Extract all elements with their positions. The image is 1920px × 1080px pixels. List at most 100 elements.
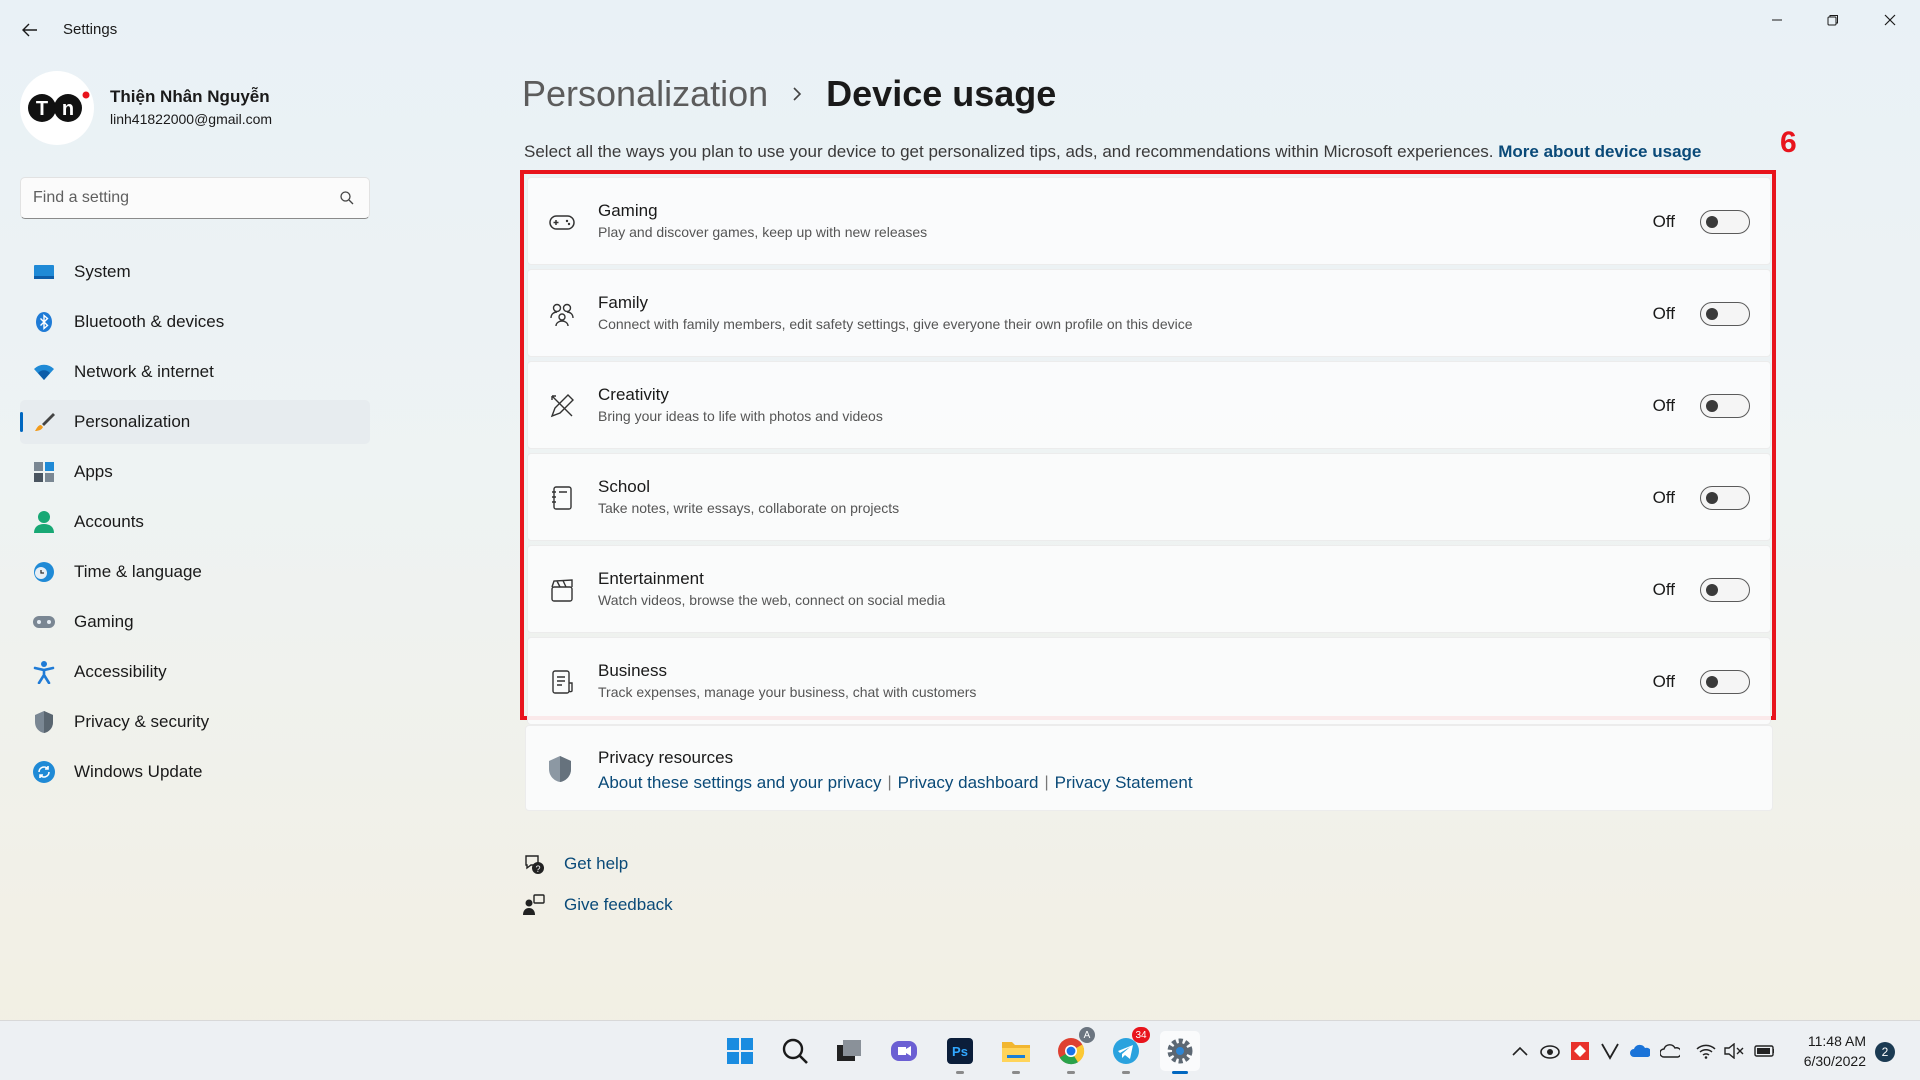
v-logo-icon bbox=[1601, 1043, 1619, 1060]
sidebar-item-label: Network & internet bbox=[74, 362, 214, 381]
sidebar-item-network[interactable]: Network & internet bbox=[20, 350, 370, 394]
card-subtitle: Take notes, write essays, collaborate on… bbox=[598, 500, 900, 516]
restore-button[interactable] bbox=[1813, 8, 1853, 32]
sidebar-item-accounts[interactable]: Accounts bbox=[20, 500, 370, 544]
sidebar-item-label: Privacy & security bbox=[74, 712, 210, 731]
cloud-icon bbox=[1660, 1044, 1680, 1058]
chrome-profile-badge: A bbox=[1079, 1027, 1095, 1043]
network-button[interactable] bbox=[1696, 1041, 1716, 1061]
sidebar-item-gaming[interactable]: Gaming bbox=[20, 600, 370, 644]
notification-count-badge[interactable]: 2 bbox=[1875, 1042, 1895, 1062]
person-icon bbox=[32, 510, 56, 534]
task-view-icon bbox=[837, 1040, 861, 1061]
card-subtitle: Bring your ideas to life with photos and… bbox=[598, 408, 883, 424]
sidebar-item-personalization[interactable]: Personalization bbox=[20, 400, 370, 444]
privacy-links: About these settings and your privacy | … bbox=[598, 773, 1193, 793]
business-toggle[interactable] bbox=[1700, 670, 1750, 694]
photoshop-icon: Ps bbox=[947, 1038, 973, 1064]
privacy-dashboard-link[interactable]: Privacy dashboard bbox=[898, 773, 1039, 793]
start-button[interactable] bbox=[720, 1031, 760, 1071]
get-help-link[interactable]: ? Get help bbox=[522, 852, 628, 876]
file-explorer-app[interactable] bbox=[996, 1031, 1036, 1074]
tray-app-3[interactable] bbox=[1600, 1041, 1620, 1061]
running-indicator bbox=[1012, 1071, 1020, 1074]
card-title: Gaming bbox=[598, 201, 658, 220]
privacy-resources-card: Privacy resources About these settings a… bbox=[525, 725, 1773, 811]
sidebar-item-bluetooth[interactable]: Bluetooth & devices bbox=[20, 300, 370, 344]
paintbrush-icon bbox=[32, 410, 56, 434]
user-name: Thiện Nhân Nguyễn bbox=[110, 87, 270, 106]
card-title: Entertainment bbox=[598, 569, 704, 588]
telegram-app[interactable]: 34 bbox=[1106, 1027, 1150, 1074]
search-icon[interactable] bbox=[339, 190, 355, 206]
sidebar-item-system[interactable]: System bbox=[20, 250, 370, 294]
onedrive-button[interactable] bbox=[1630, 1041, 1650, 1061]
telegram-unread-badge: 34 bbox=[1132, 1027, 1150, 1043]
anydesk-icon bbox=[1571, 1042, 1589, 1060]
clock-date: 6/30/2022 bbox=[1803, 1053, 1866, 1069]
tray-app-1[interactable] bbox=[1540, 1041, 1560, 1061]
entertainment-toggle[interactable] bbox=[1700, 578, 1750, 602]
taskbar-search-button[interactable] bbox=[775, 1031, 815, 1071]
sidebar-item-apps[interactable]: Apps bbox=[20, 450, 370, 494]
sidebar-item-time-language[interactable]: Time & language bbox=[20, 550, 370, 594]
sidebar-item-privacy[interactable]: Privacy & security bbox=[20, 700, 370, 744]
privacy-statement-link[interactable]: Privacy Statement bbox=[1055, 773, 1193, 793]
chrome-app[interactable]: A bbox=[1051, 1027, 1095, 1074]
about-privacy-link[interactable]: About these settings and your privacy bbox=[598, 773, 882, 793]
link-separator: | bbox=[1044, 774, 1049, 791]
wifi-icon bbox=[1696, 1044, 1716, 1059]
give-feedback-label: Give feedback bbox=[564, 895, 673, 914]
minimize-button[interactable] bbox=[1757, 8, 1797, 32]
close-button[interactable] bbox=[1870, 8, 1910, 32]
running-indicator bbox=[956, 1071, 964, 1074]
creativity-toggle[interactable] bbox=[1700, 394, 1750, 418]
family-toggle[interactable] bbox=[1700, 302, 1750, 326]
svg-text:?: ? bbox=[535, 864, 540, 874]
toggle-state-label: Off bbox=[1652, 488, 1675, 507]
onedrive-personal-button[interactable] bbox=[1660, 1041, 1680, 1061]
settings-app[interactable] bbox=[1160, 1031, 1200, 1074]
wifi-icon bbox=[32, 360, 56, 384]
toggle-state-label: Off bbox=[1652, 396, 1675, 415]
shield-icon bbox=[32, 710, 56, 734]
close-icon bbox=[1884, 14, 1896, 26]
show-hidden-icons-button[interactable] bbox=[1510, 1041, 1530, 1061]
sidebar-item-label: Accessibility bbox=[74, 662, 167, 681]
give-feedback-link[interactable]: Give feedback bbox=[522, 893, 673, 917]
volume-button[interactable] bbox=[1724, 1041, 1744, 1061]
tray-app-2[interactable] bbox=[1570, 1041, 1590, 1061]
minimize-icon bbox=[1772, 19, 1782, 21]
card-subtitle: Watch videos, browse the web, connect on… bbox=[598, 592, 946, 608]
search-box[interactable] bbox=[20, 177, 370, 219]
photoshop-app[interactable]: Ps bbox=[940, 1031, 980, 1074]
toggle-state-label: Off bbox=[1652, 212, 1675, 231]
folder-icon bbox=[1002, 1042, 1030, 1062]
card-title: Family bbox=[598, 293, 649, 312]
svg-text:n: n bbox=[62, 98, 74, 120]
family-icon bbox=[550, 303, 574, 327]
running-indicator bbox=[1172, 1071, 1188, 1074]
more-about-device-usage-link[interactable]: More about device usage bbox=[1498, 142, 1701, 161]
breadcrumb-parent[interactable]: Personalization bbox=[522, 73, 768, 115]
school-toggle[interactable] bbox=[1700, 486, 1750, 510]
sidebar-item-windows-update[interactable]: Windows Update bbox=[20, 750, 370, 794]
usage-card-school: School Take notes, write essays, collabo… bbox=[527, 453, 1771, 541]
teams-chat-button[interactable] bbox=[884, 1031, 924, 1071]
search-input[interactable] bbox=[33, 178, 333, 218]
battery-button[interactable] bbox=[1754, 1041, 1774, 1061]
usage-card-business: Business Track expenses, manage your bus… bbox=[527, 637, 1771, 725]
description-text: Select all the ways you plan to use your… bbox=[524, 142, 1494, 161]
link-separator: | bbox=[887, 774, 892, 791]
avatar[interactable]: T n bbox=[20, 71, 94, 145]
sidebar-item-accessibility[interactable]: Accessibility bbox=[20, 650, 370, 694]
get-help-label: Get help bbox=[564, 854, 629, 873]
sidebar-item-label: Apps bbox=[74, 462, 113, 481]
back-button[interactable] bbox=[18, 18, 42, 42]
help-chat-icon: ? bbox=[522, 852, 546, 876]
toggle-state-label: Off bbox=[1652, 672, 1675, 691]
clock[interactable]: 11:48 AM 6/30/2022 bbox=[1784, 1031, 1866, 1071]
sidebar-item-label: Gaming bbox=[74, 612, 134, 631]
gaming-toggle[interactable] bbox=[1700, 210, 1750, 234]
task-view-button[interactable] bbox=[829, 1031, 869, 1071]
